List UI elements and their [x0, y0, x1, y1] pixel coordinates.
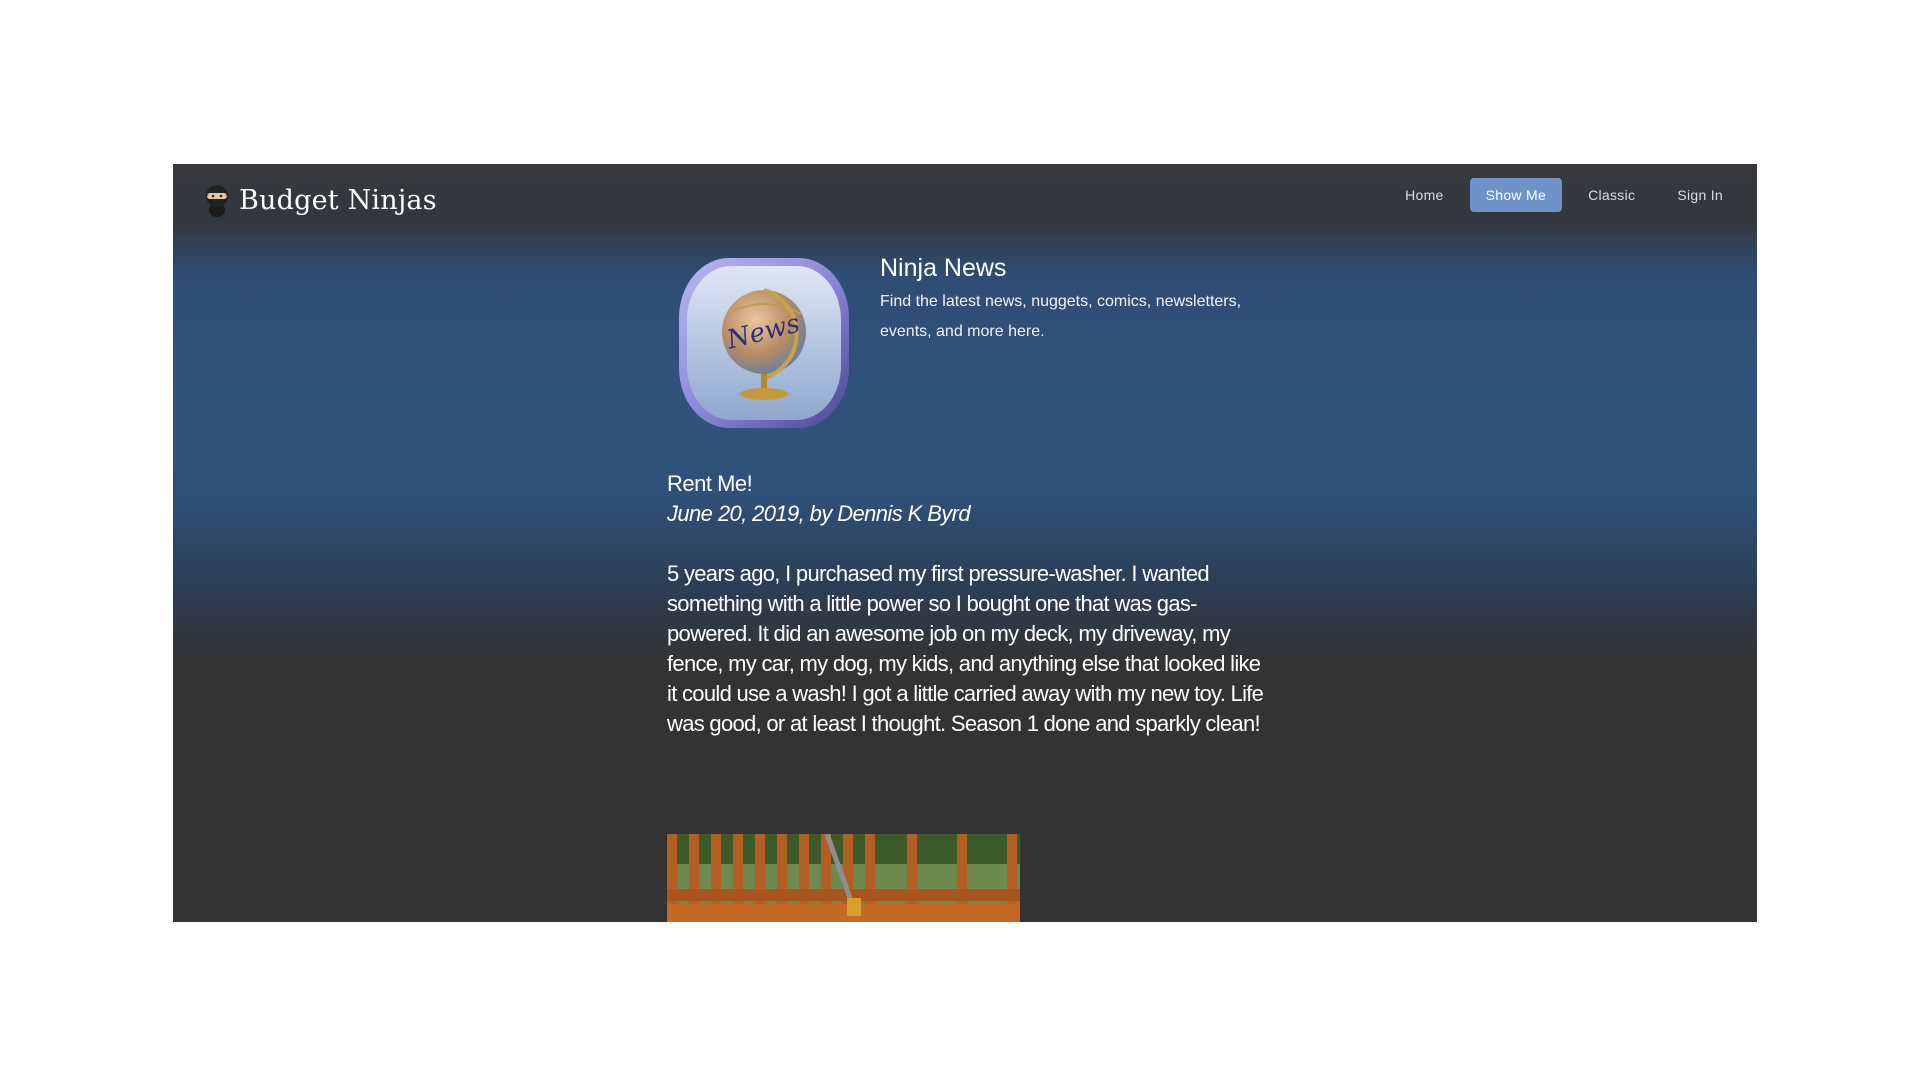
app-frame: Budget Ninjas Home Show Me Classic Sign …: [173, 164, 1757, 922]
article-photo: [667, 834, 1020, 922]
news-description: Find the latest news, nuggets, comics, n…: [880, 293, 1242, 340]
main-nav: Home Show Me Classic Sign In: [1379, 178, 1739, 212]
nav-classic[interactable]: Classic: [1572, 178, 1651, 212]
article-body: 5 years ago, I purchased my first pressu…: [667, 561, 1264, 736]
article-byline: June 20, 2019, by Dennis K Byrd: [667, 501, 971, 526]
nav-home[interactable]: Home: [1389, 178, 1460, 212]
nav-sign-in[interactable]: Sign In: [1661, 178, 1739, 212]
nav-show-me[interactable]: Show Me: [1469, 178, 1563, 212]
news-title: Ninja News: [880, 254, 1007, 282]
news-globe-icon: News: [679, 258, 849, 428]
navbar: Budget Ninjas Home Show Me Classic Sign …: [173, 164, 1757, 230]
article-title: Rent Me!: [667, 471, 753, 496]
ninja-icon: [203, 185, 231, 217]
article: Rent Me! June 20, 2019, by Dennis K Byrd…: [667, 469, 1277, 739]
news-header: News Ninja News Find the latest news, nu…: [675, 254, 1295, 434]
news-text: Ninja News Find the latest news, nuggets…: [880, 254, 1290, 347]
brand-logo[interactable]: Budget Ninjas: [201, 180, 437, 220]
brand-name: Budget Ninjas: [239, 184, 437, 216]
